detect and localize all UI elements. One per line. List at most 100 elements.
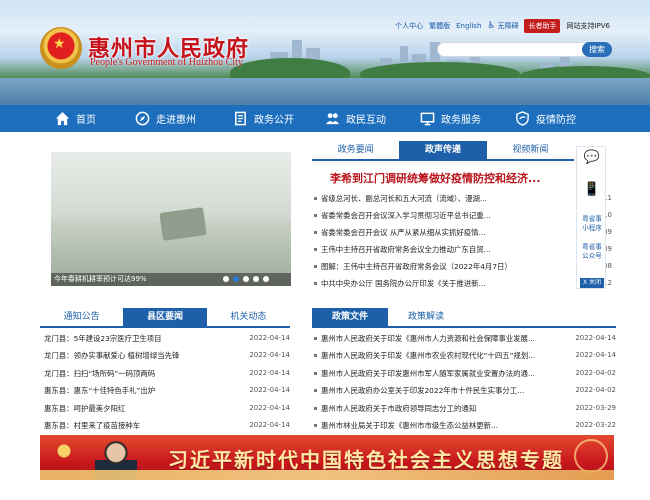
item-date: 2022-04-14 bbox=[249, 334, 290, 342]
item-title: 惠州市人民政府关于市政府领导同志分工的通知 bbox=[321, 403, 477, 413]
item-date: 2022-04-14 bbox=[249, 351, 290, 360]
slider-dots bbox=[219, 276, 269, 282]
item-title: 惠东县：村里来了疫苗接种车 bbox=[44, 420, 141, 430]
item-title: 龙门县：扫扫“场所码”一码顶两码 bbox=[44, 368, 156, 378]
news-title: 省委常委会召开会议 从严从紧从细从实抓好疫情... bbox=[321, 228, 486, 237]
close-float-button[interactable]: X 关闭 bbox=[580, 278, 604, 288]
header-banner: ★ 惠州市人民政府 People's Government of Huizhou… bbox=[0, 0, 650, 105]
emblem-star: ★ bbox=[53, 36, 66, 52]
tab-voice[interactable]: 政声传递 bbox=[399, 141, 487, 159]
elder-helper-button[interactable]: 长者助手 bbox=[524, 19, 561, 33]
item-title: 龙门县：5年建设23宗医疗卫生项目 bbox=[44, 334, 162, 343]
news-list: 省级总河长、副总河长和五大河流（流域）、漫湖... -11 省委常委会召开会议深入… bbox=[312, 190, 612, 292]
nav-item-home[interactable]: 首页 bbox=[55, 105, 135, 132]
party-emblem-icon bbox=[48, 439, 88, 469]
county-news-panel: 通知公告 县区要闻 机关动态 龙门县：5年建设23宗医疗卫生项目 2022-04-… bbox=[40, 308, 290, 430]
search-input[interactable] bbox=[446, 44, 576, 56]
tab-gov-news[interactable]: 政务要闻 bbox=[312, 141, 399, 159]
site-subtitle: People's Government of Huizhou City bbox=[90, 57, 243, 68]
news-title: 省级总河长、副总河长和五大河流（流域）、漫湖... bbox=[321, 194, 487, 203]
list-item[interactable]: 惠东县：村里来了疫苗接种车 2022-04-14 bbox=[40, 417, 290, 434]
news-title: 王伟中主持召开省政府常务会议全力推动广东自贸... bbox=[321, 245, 491, 254]
tab-agency-news[interactable]: 机关动态 bbox=[207, 308, 290, 326]
nav-item-gov-affairs[interactable]: 政务公开 bbox=[233, 105, 325, 132]
tab-policy-files[interactable]: 政策文件 bbox=[312, 308, 388, 326]
tab-video-news[interactable]: 视频新闻 bbox=[487, 141, 574, 159]
list-item[interactable]: 惠州市人民政府关于印发《惠州市人力资源和社会保障事业发展... 2022-04-1… bbox=[312, 330, 616, 347]
list-item[interactable]: 惠东县：呵护最美夕阳红 2022-04-14 bbox=[40, 400, 290, 417]
list-item[interactable]: 惠东县：惠东“十佳特色手礼”出炉 2022-04-14 bbox=[40, 382, 290, 399]
traditional-chinese-link[interactable]: 繁體版 bbox=[429, 21, 450, 31]
news-tabs: 政务要闻 政声传递 视频新闻 bbox=[312, 141, 574, 161]
list-item[interactable]: 惠州市人民政府关于印发惠州市军人随军家属就业安置办法的通... 2022-04-0… bbox=[312, 365, 616, 382]
item-title: 惠州市人民政府关于印发惠州市军人随军家属就业安置办法的通... bbox=[321, 368, 535, 378]
ipv6-text: 网站支持IPV6 bbox=[566, 22, 610, 30]
item-date: 2022-04-14 bbox=[249, 420, 290, 429]
list-item[interactable]: 惠州市人民政府关于市政府领导同志分工的通知 2022-03-29 bbox=[312, 400, 616, 417]
item-title: 惠州市人民政府关于印发《惠州市人力资源和社会保障事业发展... bbox=[321, 334, 535, 343]
nav-item-epidemic[interactable]: 疫情防控 bbox=[515, 105, 600, 132]
nav-item-about[interactable]: 走进惠州 bbox=[135, 105, 233, 132]
portrait-image bbox=[95, 438, 137, 480]
list-item[interactable]: 惠州市林业局关于印发《惠州市市级生态公益林更新... 2022-03-22 bbox=[312, 417, 616, 434]
item-title: 龙门县：领办实事献爱心 植树增绿当先锋 bbox=[44, 351, 180, 361]
county-tabs: 通知公告 县区要闻 机关动态 bbox=[40, 308, 290, 328]
accessibility-link[interactable]: 无障碍 bbox=[497, 21, 518, 31]
list-item[interactable]: 王伟中主持召开省政府常务会议全力推动广东自贸... -09 bbox=[312, 241, 612, 258]
float-service-bar: 💬 📱 粤省事小程序 粤省事公众号 X 关闭 bbox=[576, 146, 606, 289]
banner-title: 习近平新时代中国特色社会主义思想专题 bbox=[168, 448, 564, 472]
decorative-ring bbox=[574, 439, 608, 473]
item-title: 惠东县：呵护最美夕阳红 bbox=[44, 403, 126, 413]
page: ★ 惠州市人民政府 People's Government of Huizhou… bbox=[0, 0, 650, 500]
policy-panel: 政策文件 政策解读 惠州市人民政府关于印发《惠州市人力资源和社会保障事业发展..… bbox=[312, 308, 616, 430]
thought-topic-banner[interactable]: 习近平新时代中国特色社会主义思想专题 bbox=[40, 435, 614, 480]
document-icon bbox=[233, 111, 248, 126]
photo-slider[interactable]: 今年春耕机耕率预计可达99% bbox=[51, 152, 291, 286]
item-date: 2022-04-14 bbox=[249, 368, 290, 377]
wechat-icon[interactable]: 💬 bbox=[580, 151, 604, 171]
policy-list: 惠州市人民政府关于印发《惠州市人力资源和社会保障事业发展... 2022-04-1… bbox=[312, 330, 616, 434]
list-item[interactable]: 惠州市人民政府办公室关于印发2022年市十件民生实事分工... 2022-04-0… bbox=[312, 382, 616, 399]
list-item[interactable]: 龙门县：领办实事献爱心 植树增绿当先锋 2022-04-14 bbox=[40, 347, 290, 364]
list-item[interactable]: 中共中央办公厅 国务院办公厅印发《关于推进新... -12 bbox=[312, 275, 612, 292]
slider-dot-active[interactable] bbox=[233, 276, 239, 282]
official-account-link[interactable]: 粤省事公众号 bbox=[580, 243, 604, 261]
list-item[interactable]: 龙门县：5年建设23宗医疗卫生项目 2022-04-14 bbox=[40, 330, 290, 347]
compass-icon bbox=[135, 111, 150, 126]
nav-label: 政务服务 bbox=[441, 115, 481, 126]
item-date: 2022-03-29 bbox=[575, 403, 616, 412]
slider-caption[interactable]: 今年春耕机耕率预计可达99% bbox=[54, 274, 147, 284]
tab-notices[interactable]: 通知公告 bbox=[40, 308, 123, 326]
slider-dot[interactable] bbox=[223, 276, 229, 282]
personal-center-link[interactable]: 个人中心 bbox=[395, 21, 423, 31]
county-news-list: 龙门县：5年建设23宗医疗卫生项目 2022-04-14 龙门县：领办实事献爱心 … bbox=[40, 330, 290, 434]
list-item[interactable]: 龙门县：扫扫“场所码”一码顶两码 2022-04-14 bbox=[40, 365, 290, 382]
list-item[interactable]: 省委常委会召开会议深入学习贯彻习近平总书记重... -10 bbox=[312, 207, 612, 224]
item-title: 惠州市人民政府关于印发《惠州市农业农村现代化“十四五”规划... bbox=[321, 351, 536, 361]
list-item[interactable]: 省委常委会召开会议 从严从紧从细从实抓好疫情... -09 bbox=[312, 224, 612, 241]
headline-link[interactable]: 李希到江门调研统筹做好疫情防控和经济... bbox=[330, 170, 541, 186]
tab-county-news[interactable]: 县区要闻 bbox=[123, 308, 207, 326]
item-date: 2022-04-14 bbox=[575, 334, 616, 342]
item-date: 2022-04-02 bbox=[575, 386, 616, 395]
phone-icon[interactable]: 📱 bbox=[580, 183, 604, 203]
tab-policy-interpretation[interactable]: 政策解读 bbox=[388, 308, 464, 326]
top-links: 个人中心 繁體版 English ♿ 无障碍 长者助手 网站支持IPV6 bbox=[389, 19, 610, 33]
item-title: 惠州市林业局关于印发《惠州市市级生态公益林更新... bbox=[321, 420, 499, 430]
slider-dot[interactable] bbox=[253, 276, 259, 282]
slider-dot[interactable] bbox=[243, 276, 249, 282]
wheelchair-icon: ♿ bbox=[487, 21, 496, 31]
news-title: 中共中央办公厅 国务院办公厅印发《关于推进新... bbox=[321, 279, 486, 288]
english-link[interactable]: English bbox=[456, 22, 481, 30]
nav-item-interaction[interactable]: 政民互动 bbox=[325, 105, 420, 132]
search-button[interactable]: 搜索 bbox=[582, 42, 612, 57]
list-item[interactable]: 惠州市人民政府关于印发《惠州市农业农村现代化“十四五”规划... 2022-04-… bbox=[312, 347, 616, 364]
list-item[interactable]: 图解：王伟中主持召开省政府常务会议（2022年4月7日） -08 bbox=[312, 258, 612, 275]
list-item[interactable]: 省级总河长、副总河长和五大河流（流域）、漫湖... -11 bbox=[312, 190, 612, 207]
item-date: 2022-03-22 bbox=[575, 420, 616, 429]
policy-tabs: 政策文件 政策解读 bbox=[312, 308, 616, 328]
item-date: 2022-04-02 bbox=[575, 368, 616, 377]
miniprogram-link[interactable]: 粤省事小程序 bbox=[580, 215, 604, 233]
nav-item-services[interactable]: 政务服务 bbox=[420, 105, 515, 132]
slider-dot[interactable] bbox=[263, 276, 269, 282]
